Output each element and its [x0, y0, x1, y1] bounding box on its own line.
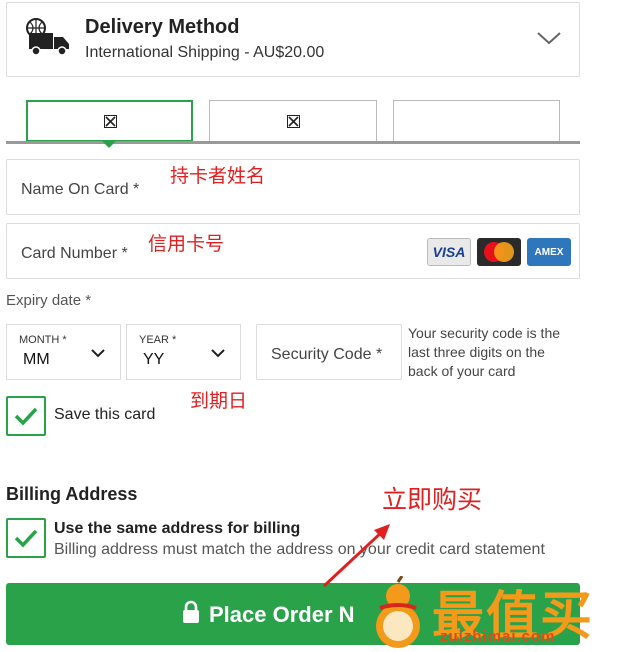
- card-brand-logos: VISA AMEX: [427, 238, 571, 266]
- same-address-checkbox[interactable]: [6, 518, 46, 558]
- year-caption: YEAR *: [139, 334, 177, 346]
- card-number-placeholder: Card Number *: [21, 245, 128, 262]
- delivery-method-panel[interactable]: Delivery Method International Shipping -…: [6, 2, 580, 77]
- broken-image-icon: [103, 115, 117, 128]
- lock-icon: [183, 600, 199, 623]
- billing-address-title: Billing Address: [6, 484, 138, 504]
- truck-icon: [26, 18, 69, 56]
- watermark-logo: 最值买 zuizhimai.com: [360, 572, 644, 652]
- tab-payment-alt-2[interactable]: [393, 100, 560, 142]
- mastercard-logo: [477, 238, 521, 266]
- active-tab-caret: [102, 141, 116, 148]
- expiry-month-select[interactable]: MONTH * MM: [6, 324, 121, 380]
- annotation-buy-now: 立即购买: [382, 485, 483, 514]
- chevron-down-icon: [211, 349, 225, 358]
- checkmark-icon: [14, 407, 38, 426]
- broken-image-icon: [287, 115, 300, 128]
- gourd-mascot-icon: [376, 576, 420, 648]
- watermark-url: zuizhimai.com: [440, 628, 556, 645]
- visa-logo: VISA: [427, 238, 471, 266]
- annotation-expiry: 到期日: [190, 390, 248, 412]
- month-value: MM: [23, 351, 50, 368]
- expiry-year-select[interactable]: YEAR * YY: [126, 324, 241, 380]
- delivery-method-subtitle: International Shipping - AU$20.00: [85, 44, 325, 61]
- year-value: YY: [143, 351, 165, 368]
- tab-payment-alt-1[interactable]: [209, 100, 377, 142]
- month-caption: MONTH *: [19, 334, 67, 346]
- card-number-field[interactable]: Card Number * VISA AMEX: [6, 223, 580, 279]
- tab-payment-card[interactable]: [26, 100, 193, 142]
- tabs-divider: [6, 141, 580, 144]
- name-on-card-placeholder: Name On Card *: [21, 181, 140, 198]
- delivery-method-title: Delivery Method: [85, 16, 240, 38]
- annotation-name: 持卡者姓名: [170, 165, 266, 187]
- save-card-checkbox[interactable]: [6, 396, 46, 436]
- amex-logo: AMEX: [527, 238, 571, 266]
- security-code-hint: Your security code is the last three dig…: [408, 325, 561, 379]
- security-code-placeholder: Security Code *: [271, 346, 383, 363]
- checkmark-icon: [14, 529, 38, 548]
- name-on-card-field[interactable]: Name On Card *: [6, 159, 580, 215]
- chevron-down-icon: [91, 349, 105, 358]
- chevron-down-icon[interactable]: [535, 29, 563, 47]
- same-address-note: Billing address must match the address o…: [54, 541, 545, 558]
- same-address-label[interactable]: Use the same address for billing: [54, 520, 300, 538]
- payment-method-tabs: [6, 98, 580, 150]
- place-order-label: Place Order N: [209, 602, 355, 627]
- expiry-date-label: Expiry date *: [6, 292, 92, 309]
- annotation-card-number: 信用卡号: [148, 233, 225, 255]
- save-card-label[interactable]: Save this card: [54, 406, 155, 424]
- security-code-field[interactable]: Security Code *: [256, 324, 402, 380]
